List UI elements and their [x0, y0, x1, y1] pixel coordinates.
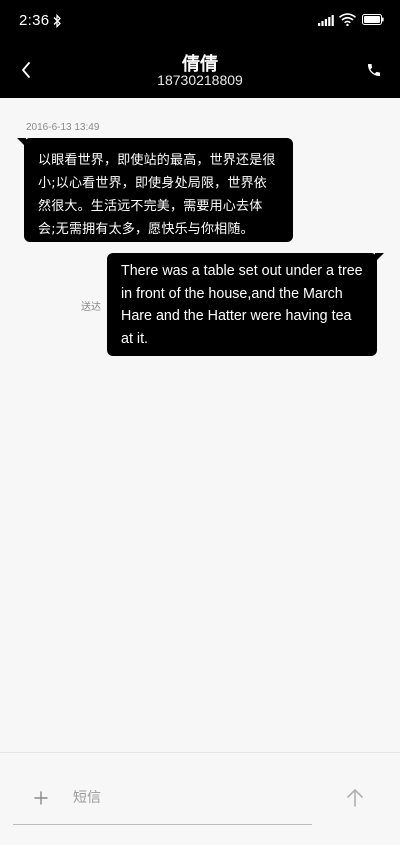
send-arrow-icon[interactable]: [343, 786, 367, 810]
contact-number: 18730218809: [157, 72, 243, 88]
message-line: 然很大。生活远不完美，需要用心去体: [38, 199, 263, 214]
message-line: 以眼看世界，即使站的最高，世界还是很: [38, 153, 276, 168]
outgoing-message-bubble[interactable]: There was a table set out under a tree i…: [107, 253, 384, 356]
message-line: at it.: [121, 330, 149, 347]
message-composer: [0, 752, 400, 845]
plus-icon[interactable]: [32, 789, 50, 807]
status-time: 2:36: [19, 12, 50, 29]
message-line: There was a table set out under a tree: [121, 263, 363, 279]
call-button[interactable]: [362, 56, 386, 84]
message-list[interactable]: 2016-6-13 13:49 以眼看世界，即使站的最高，世界还是很 小;以心看…: [0, 98, 400, 752]
signal-icon: [318, 15, 334, 26]
message-line: 会;无需拥有太多，愿快乐与你相随。: [38, 222, 254, 237]
input-underline: [13, 824, 312, 825]
wifi-icon: [339, 13, 356, 26]
message-line: Hare and the Hatter were having tea: [121, 308, 352, 324]
status-bar: 2:36: [0, 0, 400, 42]
message-timestamp: 2016-6-13 13:49: [26, 122, 100, 133]
sms-input[interactable]: [73, 787, 303, 809]
conversation-header: 倩倩 18730218809: [0, 42, 400, 98]
message-line: in front of the house,and the March: [121, 285, 343, 302]
message-line: 小;以心看世界，即使身处局限，世界依: [38, 176, 267, 191]
battery-icon: [362, 14, 384, 25]
delivery-status: 送达: [81, 302, 101, 313]
phone-icon: [368, 64, 380, 76]
bluetooth-icon: [53, 13, 61, 29]
incoming-message-bubble[interactable]: 以眼看世界，即使站的最高，世界还是很 小;以心看世界，即使身处局限，世界依 然很…: [17, 138, 293, 242]
